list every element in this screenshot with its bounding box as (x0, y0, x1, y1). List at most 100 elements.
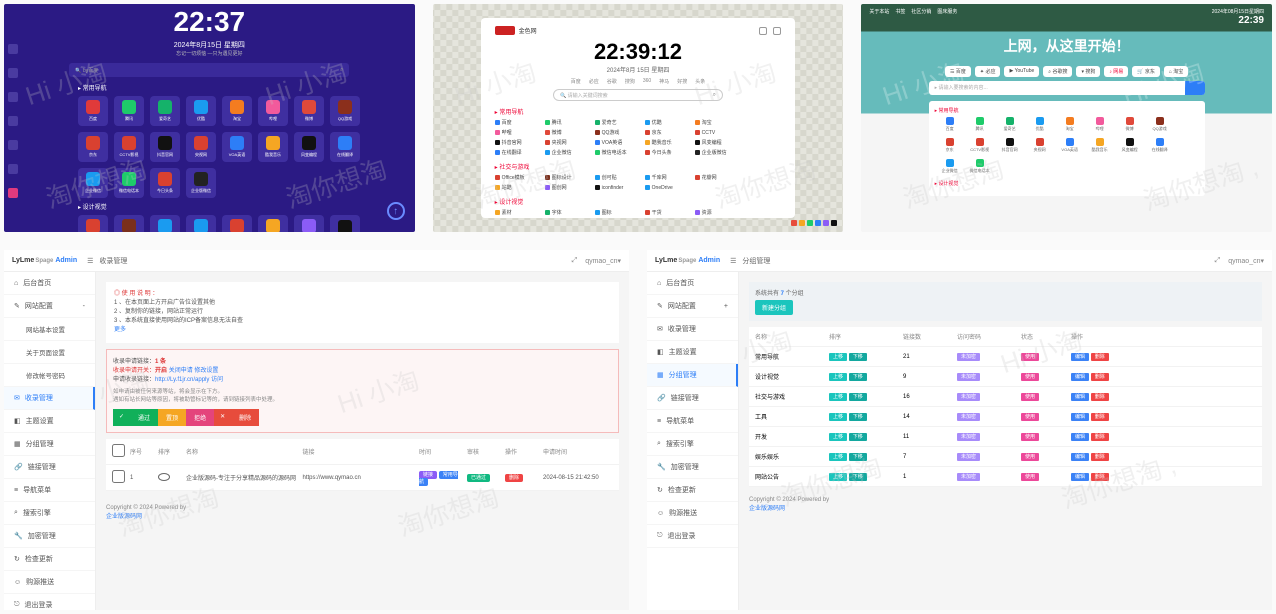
nav-link[interactable]: 微博 (545, 129, 587, 136)
nav-link[interactable]: 京东 (935, 138, 965, 153)
nav-link[interactable]: 资源 (695, 209, 737, 216)
btn-down[interactable]: 下移 (849, 353, 867, 361)
table-row[interactable]: 娱乐娱乐 上移 下移 7 未加密 使用 编辑 删除 (749, 447, 1262, 467)
nav-tile[interactable]: 企业微信 (78, 168, 108, 198)
btn-edit[interactable]: 编辑 (1071, 373, 1089, 381)
engine-chip[interactable]: ⌂ 淘宝 (1164, 66, 1188, 77)
nav-tile[interactable]: QQ游戏 (330, 96, 360, 126)
nav-tile[interactable]: 酷我音乐 (258, 132, 288, 162)
engine-tab[interactable]: 搜狗 (625, 78, 635, 85)
btn-up[interactable]: 上移 (829, 433, 847, 441)
nav-link[interactable]: 图标设计 (545, 174, 587, 181)
nav-tile[interactable]: 优酷 (186, 96, 216, 126)
table-row[interactable]: 1 企业版源码-专注于分享精品源码的源码网 https://www.qymao.… (106, 465, 619, 491)
top-right-icons[interactable] (759, 27, 781, 35)
btn-up[interactable]: 上移 (829, 413, 847, 421)
bulk-action-buttons[interactable]: ✓ 通过 置顶 拒绝 ✕ 删除 (113, 409, 612, 426)
nav-link[interactable]: QQ游戏 (1145, 117, 1175, 132)
sidebar-item[interactable]: ✎网站配置+ (647, 295, 738, 318)
engine-chip[interactable]: ⌕ 谷歌搜 (1043, 66, 1072, 77)
btn-down[interactable]: 下移 (849, 453, 867, 461)
nav-link[interactable]: CCTV (695, 129, 737, 136)
search-bar[interactable]: 🔍 by百度 ⌕ (69, 63, 349, 77)
nav-tile[interactable]: 微博 (294, 96, 324, 126)
sidebar-item[interactable]: ↻检查更新 (647, 479, 738, 502)
search-bar[interactable]: 🔍 请输入关键词搜索 ⌕ (553, 89, 723, 101)
nav-link[interactable]: 腾讯 (545, 119, 587, 126)
btn-reject[interactable]: 拒绝 (186, 409, 214, 426)
table-row[interactable]: 常用导航 上移 下移 21 未加密 使用 编辑 删除 (749, 347, 1262, 367)
engine-tab[interactable]: 360 (643, 78, 651, 85)
btn-up[interactable]: 上移 (829, 353, 847, 361)
sidebar-dots[interactable] (8, 44, 22, 198)
nav-tile[interactable]: 腾讯 (114, 96, 144, 126)
nav-link[interactable]: 腾讯 (965, 117, 995, 132)
burger-icon[interactable]: ☰ (730, 257, 736, 265)
nav-link[interactable]: OneDrive (645, 184, 687, 191)
sidebar-item[interactable]: ↻检查更新 (4, 548, 95, 571)
nav-link[interactable]: 企业微信 (935, 159, 965, 174)
engine-chip[interactable]: ♪ 网易 (1104, 66, 1128, 77)
nav-link[interactable]: 微信电话本 (595, 149, 637, 156)
btn-delete[interactable]: 删除 (1091, 473, 1109, 481)
nav-link[interactable]: 图创网 (545, 184, 587, 191)
nav-tile[interactable]: 企业版微信 (186, 168, 216, 198)
table-row[interactable]: 开发 上移 下移 11 未加密 使用 编辑 删除 (749, 427, 1262, 447)
nav-link[interactable]: 淘宝 (1055, 117, 1085, 132)
sidebar-item[interactable]: ◧主题设置 (4, 410, 95, 433)
btn-down[interactable]: 下移 (849, 413, 867, 421)
notice-more-link[interactable]: 更多 (114, 327, 126, 333)
btn-edit[interactable]: 编辑 (1071, 453, 1089, 461)
btn-up[interactable]: 上移 (829, 453, 847, 461)
user-menu[interactable]: qymao_cn▾ (1228, 257, 1264, 265)
nav-tile[interactable]: 百度 (78, 96, 108, 126)
nav-link[interactable]: 百度 (935, 117, 965, 132)
compress-icon[interactable]: ⤢ (1215, 257, 1221, 265)
btn-pin[interactable]: 置顶 (158, 409, 186, 426)
nav-tile[interactable]: 淘宝 (222, 96, 252, 126)
nav-tile[interactable]: 哔哩 (258, 96, 288, 126)
btn-edit[interactable]: 编辑 (1071, 473, 1089, 481)
nav-link[interactable]: 哔哩 (495, 129, 537, 136)
nav-link[interactable]: 企业版微信 (695, 149, 737, 156)
sidebar-item[interactable]: 🔧加密管理 (647, 456, 738, 479)
nav-link[interactable]: 淘宝 (695, 119, 737, 126)
sidebar-subitem[interactable]: 关于页面设置 (4, 341, 95, 364)
engine-chip[interactable]: ▾ 搜狗 (1076, 66, 1100, 77)
nav-tile[interactable]: 京东 (78, 132, 108, 162)
nav-tile[interactable]: 今日头条 (150, 168, 180, 198)
burger-icon[interactable]: ☰ (87, 257, 93, 265)
user-menu[interactable]: qymao_cn▾ (585, 257, 621, 265)
sidebar-item[interactable]: ✉收录管理 (4, 387, 95, 410)
sidebar-item[interactable]: 🔧加密管理 (4, 525, 95, 548)
nav-tile[interactable]: 央视网 (186, 132, 216, 162)
nav-link[interactable]: 在线翻译 (1145, 138, 1175, 153)
table-row[interactable]: 社交与游戏 上移 下移 16 未加密 使用 编辑 删除 (749, 387, 1262, 407)
sidebar-item[interactable]: ⌕搜索引擎 (4, 502, 95, 525)
nav-tile[interactable]: 创可贴 (150, 215, 180, 232)
sidebar-item[interactable]: ✎网站配置- (4, 295, 95, 318)
nav-link[interactable]: VOA英语 (1055, 138, 1085, 153)
nav-link[interactable]: 花瓣网 (695, 174, 737, 181)
sidebar-item[interactable]: ✉收录管理 (647, 318, 738, 341)
engine-chip[interactable]: ▶ YouTube (1004, 66, 1039, 77)
btn-down[interactable]: 下移 (849, 433, 867, 441)
btn-edit[interactable]: 编辑 (1071, 393, 1089, 401)
expand-icon[interactable]: + (724, 303, 728, 310)
btn-edit[interactable]: 编辑 (1071, 353, 1089, 361)
engine-tab[interactable]: 神马 (659, 78, 669, 85)
nav-link[interactable]: 爱奇艺 (595, 119, 637, 126)
engine-tab[interactable]: 谷歌 (607, 78, 617, 85)
nav-tile[interactable]: 在线翻译 (330, 132, 360, 162)
nav-link[interactable]: QQ游戏 (595, 129, 637, 136)
nav-link[interactable]: 优酷 (645, 119, 687, 126)
search-engine-tabs[interactable]: 百度必应谷歌搜狗360神马好搜头条 (495, 78, 782, 85)
nav-link[interactable]: 酷我音乐 (645, 139, 687, 146)
btn-up[interactable]: 上移 (829, 473, 847, 481)
sidebar-item[interactable]: ▦分组管理 (647, 364, 738, 387)
nav-link[interactable]: 站酷 (495, 184, 537, 191)
nav-tile[interactable]: CCTV影视 (114, 132, 144, 162)
sidebar-subitem[interactable]: 修改帐号密码 (4, 364, 95, 387)
nav-link[interactable]: Office模板 (495, 174, 537, 181)
top-nav[interactable]: 关于本站书签社区分销图床服务 2024年08月15日星期四 22:39 (861, 4, 1272, 30)
